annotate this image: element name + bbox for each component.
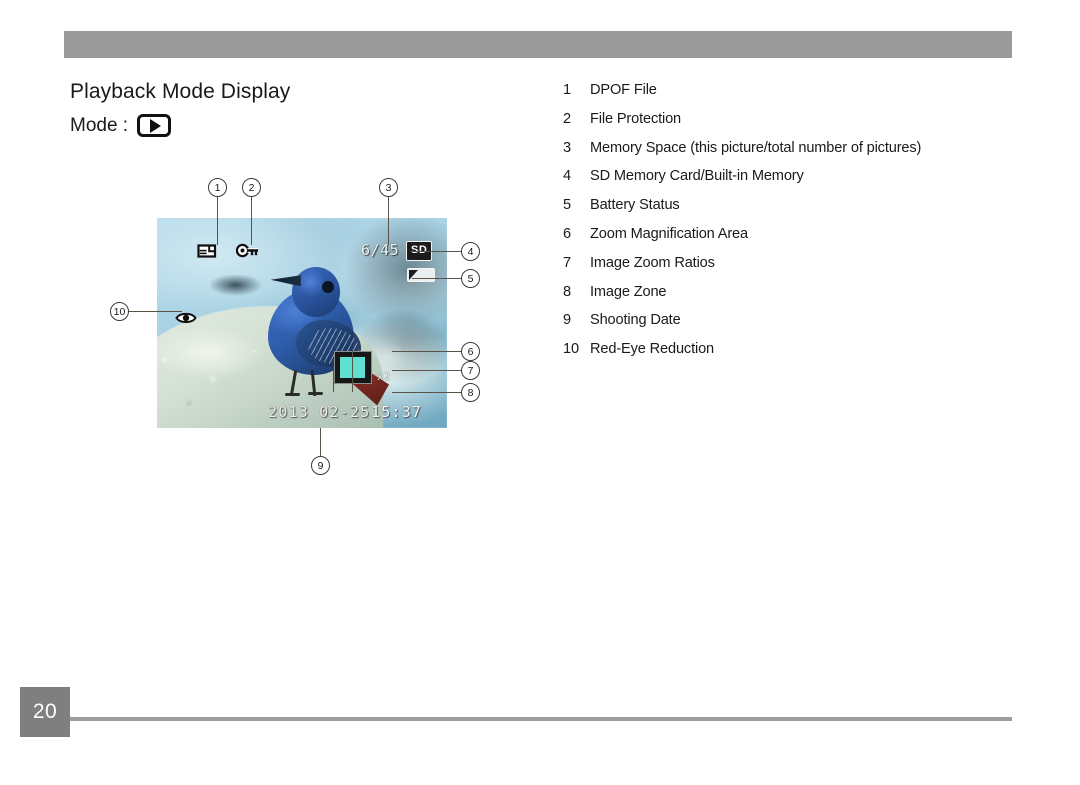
picture-count: 6/45 [361, 241, 400, 259]
list-item: 4 SD Memory Card/Built-in Memory [563, 168, 1003, 197]
page-title: Playback Mode Display [70, 80, 291, 103]
legend-number: 5 [563, 197, 571, 214]
legend-number: 2 [563, 110, 571, 127]
leader-line-10 [129, 311, 182, 312]
callout-label: 6 [467, 345, 474, 358]
osd-overlay: 6/45 SD x2 2013 02-25 15:37 [157, 218, 447, 428]
legend-label: SD Memory Card/Built-in Memory [590, 168, 804, 185]
eye-icon [175, 311, 197, 330]
shooting-time: 15:37 [371, 403, 423, 421]
page-footer-rule [64, 717, 1012, 721]
callout-4: 4 [461, 242, 480, 261]
callout-label: 5 [467, 272, 474, 285]
callout-9: 9 [311, 456, 330, 475]
list-item: 2 File Protection [563, 111, 1003, 140]
lcd-preview: 6/45 SD x2 2013 02-25 15:37 [157, 218, 447, 428]
zoom-magnification-area [334, 351, 372, 384]
play-icon [137, 114, 172, 137]
callout-label: 8 [467, 386, 474, 399]
playback-display-figure: 6/45 SD x2 2013 02-25 15:37 1 2 3 4 5 6 … [100, 170, 500, 490]
leader-line-6-stub [352, 351, 353, 392]
legend-label: Image Zone [590, 283, 667, 300]
list-item: 9 Shooting Date [563, 312, 1003, 341]
callout-6: 6 [461, 342, 480, 361]
page-header-bar [64, 31, 1012, 58]
mode-label: Mode : [70, 114, 129, 136]
legend-number: 1 [563, 82, 571, 98]
callout-8: 8 [461, 383, 480, 402]
mode-row: Mode : [70, 114, 172, 137]
legend-number: 7 [563, 254, 571, 271]
callout-label: 4 [467, 245, 474, 258]
legend-list: 1 DPOF File 2 File Protection 3 Memory S… [563, 82, 1003, 370]
callout-label: 7 [467, 364, 474, 377]
callout-label: 2 [248, 181, 255, 194]
legend-number: 8 [563, 283, 571, 300]
list-item: 5 Battery Status [563, 197, 1003, 226]
dpof-file-icon [197, 242, 217, 265]
leader-line-2 [251, 197, 252, 245]
callout-label: 3 [385, 181, 392, 194]
zoom-ratio-label: x2 [377, 370, 391, 383]
leader-line-6 [392, 351, 461, 352]
list-item: 7 Image Zoom Ratios [563, 255, 1003, 284]
legend-label: Zoom Magnification Area [590, 225, 748, 242]
leader-line-1 [217, 197, 218, 245]
callout-7: 7 [461, 361, 480, 380]
legend-label: Image Zoom Ratios [590, 254, 715, 271]
leader-line-8 [392, 392, 461, 393]
key-icon [235, 242, 260, 265]
list-item: 10 Red-Eye Reduction [563, 341, 1003, 370]
legend-label: Shooting Date [590, 312, 681, 329]
page-number: 20 [32, 700, 58, 723]
callout-2: 2 [242, 178, 261, 197]
shooting-date: 2013 02-25 [268, 403, 371, 421]
leader-line-7 [392, 370, 461, 371]
legend-label: Battery Status [590, 197, 680, 214]
legend-number: 4 [563, 168, 571, 185]
leader-line-3 [388, 197, 389, 245]
list-item: 8 Image Zone [563, 284, 1003, 313]
legend-number: 3 [563, 139, 571, 156]
legend-number: 6 [563, 225, 571, 242]
callout-label: 10 [113, 305, 126, 318]
callout-5: 5 [461, 269, 480, 288]
leader-line-4 [412, 251, 461, 252]
list-item: 1 DPOF File [563, 82, 1003, 111]
callout-label: 9 [317, 459, 324, 472]
leader-line-9 [320, 428, 321, 456]
callout-1: 1 [208, 178, 227, 197]
callout-10: 10 [110, 302, 129, 321]
list-item: 6 Zoom Magnification Area [563, 226, 1003, 255]
page-number-box: 20 [20, 687, 70, 737]
legend-label: DPOF File [590, 82, 657, 98]
list-item: 3 Memory Space (this picture/total numbe… [563, 140, 1003, 169]
leader-line-5 [412, 278, 461, 279]
legend-label: Memory Space (this picture/total number … [590, 139, 922, 156]
legend-label: File Protection [590, 110, 682, 127]
callout-label: 1 [214, 181, 221, 194]
battery-icon [407, 268, 435, 282]
legend-number: 9 [563, 312, 571, 329]
manual-page: 20 Playback Mode Display Mode : 1 DPOF F… [0, 0, 1080, 785]
legend-label: Red-Eye Reduction [590, 341, 714, 358]
callout-3: 3 [379, 178, 398, 197]
legend-number: 10 [563, 341, 579, 358]
leader-line-8-stub [333, 370, 334, 392]
